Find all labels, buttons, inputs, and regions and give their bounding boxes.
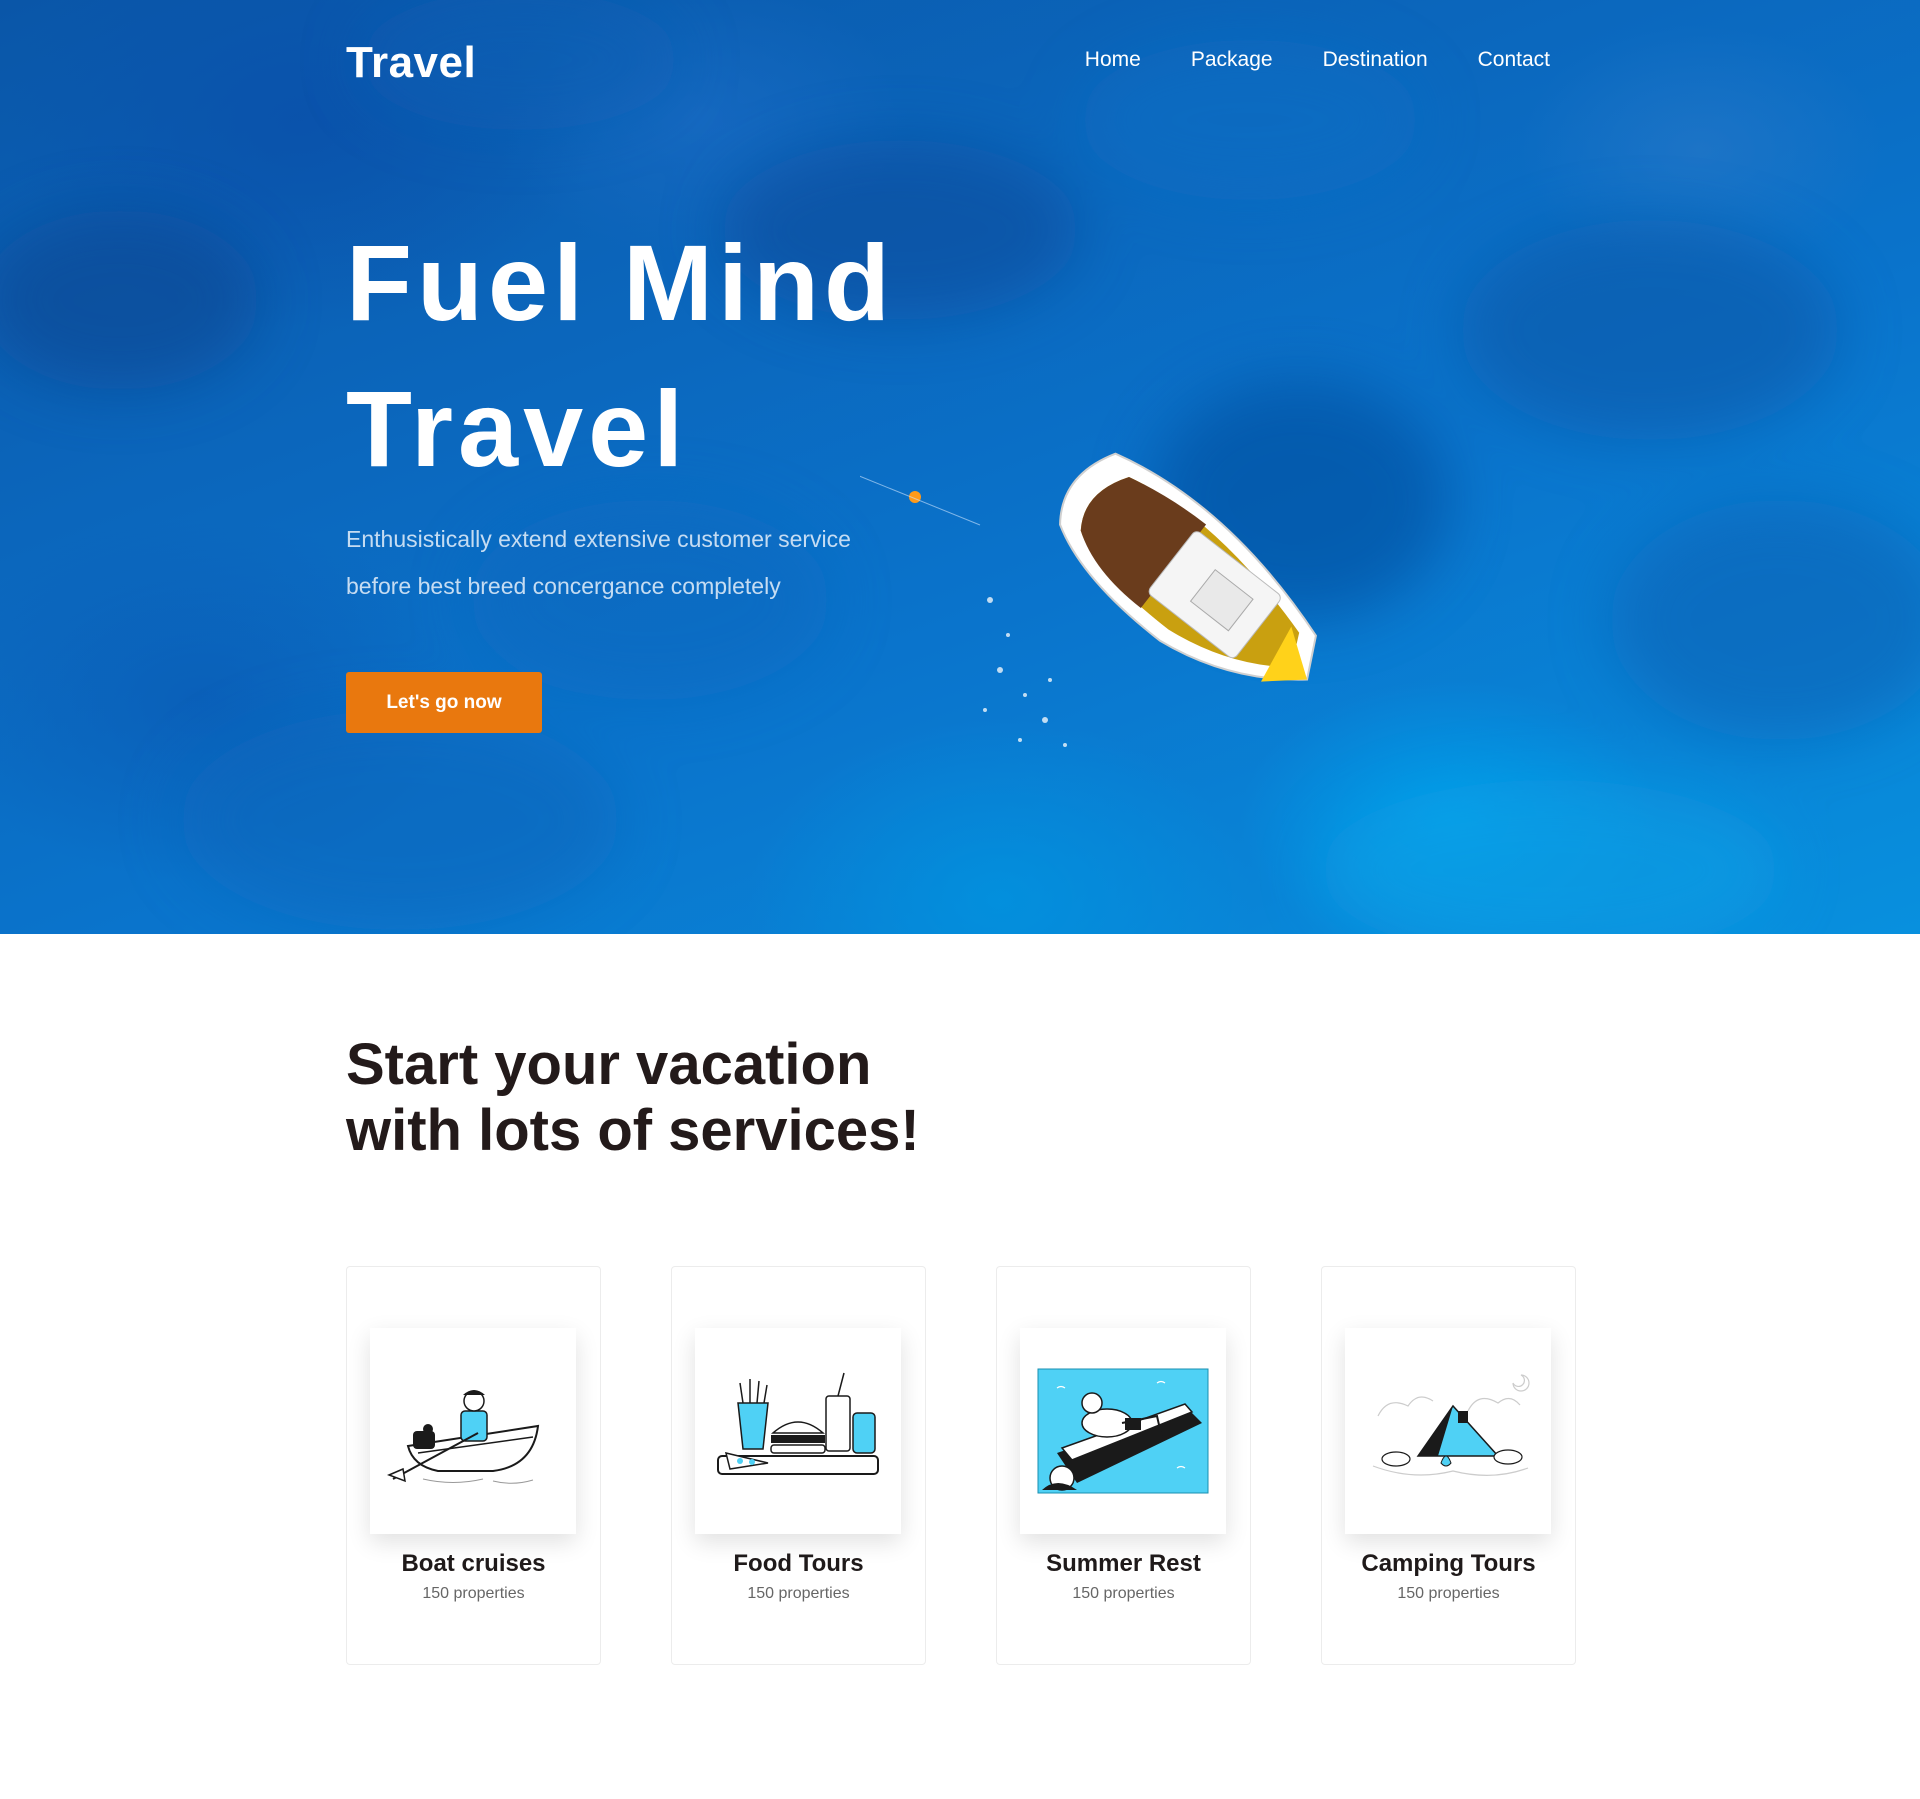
card-subtitle: 150 properties [747, 1585, 850, 1602]
card-subtitle: 150 properties [1397, 1585, 1500, 1602]
lets-go-button[interactable]: Let's go now [346, 672, 542, 733]
card-image [370, 1328, 576, 1534]
nav-link-package[interactable]: Package [1191, 48, 1273, 72]
boat-image [860, 452, 1317, 747]
service-card-camping-tours[interactable]: Camping Tours 150 properties [1321, 1266, 1576, 1665]
service-card-summer-rest[interactable]: Summer Rest 150 properties [996, 1266, 1251, 1665]
card-image [1345, 1328, 1551, 1534]
services-heading: Start your vacation with lots of service… [346, 1032, 920, 1164]
nav-menu: Home Package Destination Contact [1085, 48, 1550, 72]
hero-headline-line2: Travel [346, 368, 689, 489]
service-card-food-tours[interactable]: Food Tours 150 properties [671, 1266, 926, 1665]
site-logo[interactable]: Travel [346, 38, 476, 88]
top-nav: Travel Home Package Destination Contact [346, 38, 1550, 88]
hero-headline-line1: Fuel Mind [346, 222, 895, 343]
card-title: Summer Rest [1046, 1550, 1201, 1577]
card-title: Food Tours [733, 1550, 864, 1577]
hero-subtext-line1: Enthusistically extend extensive custome… [346, 526, 851, 552]
service-cards: Boat cruises 150 properties Food Tours 1… [346, 1266, 1576, 1665]
card-subtitle: 150 properties [1072, 1585, 1175, 1602]
nav-link-home[interactable]: Home [1085, 48, 1141, 72]
hero-section: Travel Home Package Destination Contact … [0, 0, 1920, 934]
hero-subtext: Enthusistically extend extensive custome… [346, 516, 946, 610]
card-image [1020, 1328, 1226, 1534]
services-heading-line1: Start your vacation [346, 1032, 872, 1097]
service-card-boat-cruises[interactable]: Boat cruises 150 properties [346, 1266, 601, 1665]
camping-illustration-icon [1372, 1374, 1530, 1476]
hero-subtext-line2: before best breed concergance completely [346, 573, 781, 599]
boat-illustration-icon [386, 1390, 540, 1484]
services-heading-line2: with lots of services! [346, 1098, 920, 1163]
card-title: Boat cruises [401, 1550, 546, 1577]
nav-link-destination[interactable]: Destination [1323, 48, 1428, 72]
food-illustration-icon [717, 1372, 879, 1475]
hero-headline: Fuel Mind Travel [346, 210, 895, 502]
nav-link-contact[interactable]: Contact [1478, 48, 1550, 72]
summer-illustration-icon [1037, 1368, 1209, 1494]
card-image [695, 1328, 901, 1534]
card-subtitle: 150 properties [422, 1585, 525, 1602]
card-title: Camping Tours [1361, 1550, 1536, 1577]
